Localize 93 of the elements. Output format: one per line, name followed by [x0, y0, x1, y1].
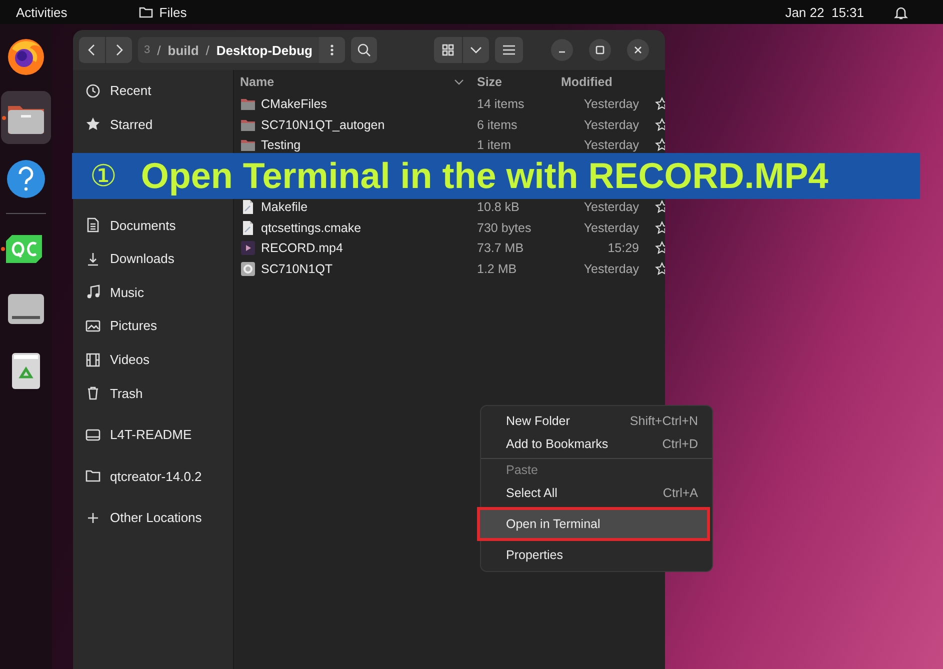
column-header[interactable]: Size [474, 75, 559, 89]
minimize-button[interactable] [551, 39, 573, 61]
caption-text: Open Terminal in the with RECORD.MP4 [140, 155, 828, 197]
film-icon [85, 352, 101, 368]
app-menu-button[interactable]: Files [133, 4, 193, 20]
folder-icon [139, 6, 154, 18]
kebab-menu-icon [330, 43, 334, 57]
document-icon [240, 220, 256, 236]
path-separator: / [206, 42, 210, 58]
download-icon [85, 250, 101, 267]
column-header[interactable]: Modified [559, 75, 639, 89]
star-icon[interactable] [655, 138, 665, 152]
sidebar-item[interactable]: Documents [73, 208, 233, 242]
file-name[interactable]: qtcsettings.cmake [261, 220, 362, 235]
file-size: 10.8 kB [476, 200, 520, 214]
star-icon[interactable] [655, 220, 665, 235]
menu-item[interactable]: Add to Bookmarks Ctrl+D [481, 432, 706, 455]
file-size: 730 bytes [476, 220, 532, 235]
bell-icon[interactable] [894, 4, 908, 20]
grid-icon [442, 44, 454, 56]
sidebar-item[interactable]: Starred [73, 108, 233, 142]
search-button[interactable] [351, 37, 378, 63]
file-name[interactable]: SC710N1QT_autogen [261, 118, 385, 132]
file-size: 1.2 MB [476, 262, 518, 276]
folder-icon [85, 468, 101, 484]
menu-icon [503, 45, 515, 55]
chevron-left-icon [87, 43, 97, 57]
menu-item[interactable]: New Folder Shift+Ctrl+N [481, 410, 706, 432]
file-modified: 15:29 [606, 241, 639, 256]
sidebar-item[interactable]: qtcreator-14.0.2 [73, 456, 233, 498]
music-note-icon [85, 284, 101, 300]
maximize-icon [595, 45, 605, 55]
file-size: 6 items [476, 118, 518, 132]
star-icon[interactable] [655, 97, 665, 112]
clock-icon [85, 82, 101, 99]
sidebar-item[interactable]: Videos [73, 342, 233, 376]
sidebar-item[interactable]: Pictures [73, 309, 233, 343]
star-icon [85, 116, 101, 132]
maximize-button[interactable] [589, 39, 611, 61]
file-modified: Yesterday [582, 200, 639, 214]
chevron-right-icon [114, 43, 124, 57]
clock-button[interactable]: Jan 22 15:31 [779, 4, 870, 20]
close-icon [633, 45, 643, 55]
sidebar-item[interactable]: Downloads [73, 242, 233, 276]
main-menu-button[interactable] [495, 37, 523, 63]
folder-icon [240, 96, 256, 112]
file-name[interactable]: Makefile [261, 200, 308, 214]
folder-icon [240, 137, 256, 154]
path-menu-button[interactable] [319, 37, 346, 63]
star-icon[interactable] [655, 262, 665, 276]
column-header[interactable]: Name [234, 75, 474, 89]
step-number: ① [90, 158, 117, 194]
view-options-button[interactable] [463, 37, 489, 63]
document-icon [85, 217, 101, 234]
grid-view-button[interactable] [434, 37, 462, 63]
forward-button[interactable] [106, 37, 132, 63]
file-name[interactable]: SC710N1QT [261, 262, 333, 276]
drive-icon [85, 426, 101, 443]
star-icon[interactable] [655, 118, 665, 132]
path-segment[interactable]: build [168, 42, 199, 58]
file-modified: Yesterday [582, 262, 639, 276]
activities-button[interactable]: Activities [10, 4, 74, 20]
video-file-icon [240, 240, 256, 256]
file-size: 1 item [476, 138, 512, 152]
document-icon [240, 199, 256, 216]
menu-item[interactable]: Select All Ctrl+A [481, 482, 706, 504]
sidebar-item[interactable]: Other Locations [73, 497, 233, 539]
file-name[interactable]: RECORD.mp4 [261, 241, 343, 256]
sidebar-item[interactable]: Music [73, 276, 233, 310]
sidebar-item[interactable]: L4T-README [73, 414, 233, 456]
menu-item[interactable]: Properties [481, 544, 706, 566]
search-icon [357, 43, 372, 57]
caret-down-icon [470, 46, 482, 54]
close-button[interactable] [627, 39, 649, 61]
file-modified: Yesterday [582, 138, 639, 152]
sidebar-item[interactable]: Recent [73, 74, 233, 108]
star-icon[interactable] [655, 200, 665, 214]
file-size: 14 items [476, 97, 526, 112]
path-current-segment[interactable]: Desktop-Debug [216, 42, 312, 58]
back-button[interactable] [79, 37, 105, 63]
file-name[interactable]: CMakeFiles [261, 97, 327, 112]
trash-icon [85, 385, 101, 402]
picture-icon [85, 318, 101, 334]
sidebar-item[interactable]: Trash [73, 376, 233, 410]
path-separator: / [157, 42, 161, 58]
menu-item[interactable]: Open in Terminal [477, 507, 710, 541]
file-name[interactable]: Testing [261, 138, 301, 152]
file-modified: Yesterday [582, 220, 639, 235]
file-modified: Yesterday [582, 118, 639, 132]
sort-caret-icon [454, 79, 464, 85]
star-icon[interactable] [655, 241, 665, 256]
file-size: 73.7 MB [476, 241, 525, 256]
file-modified: Yesterday [582, 97, 639, 112]
